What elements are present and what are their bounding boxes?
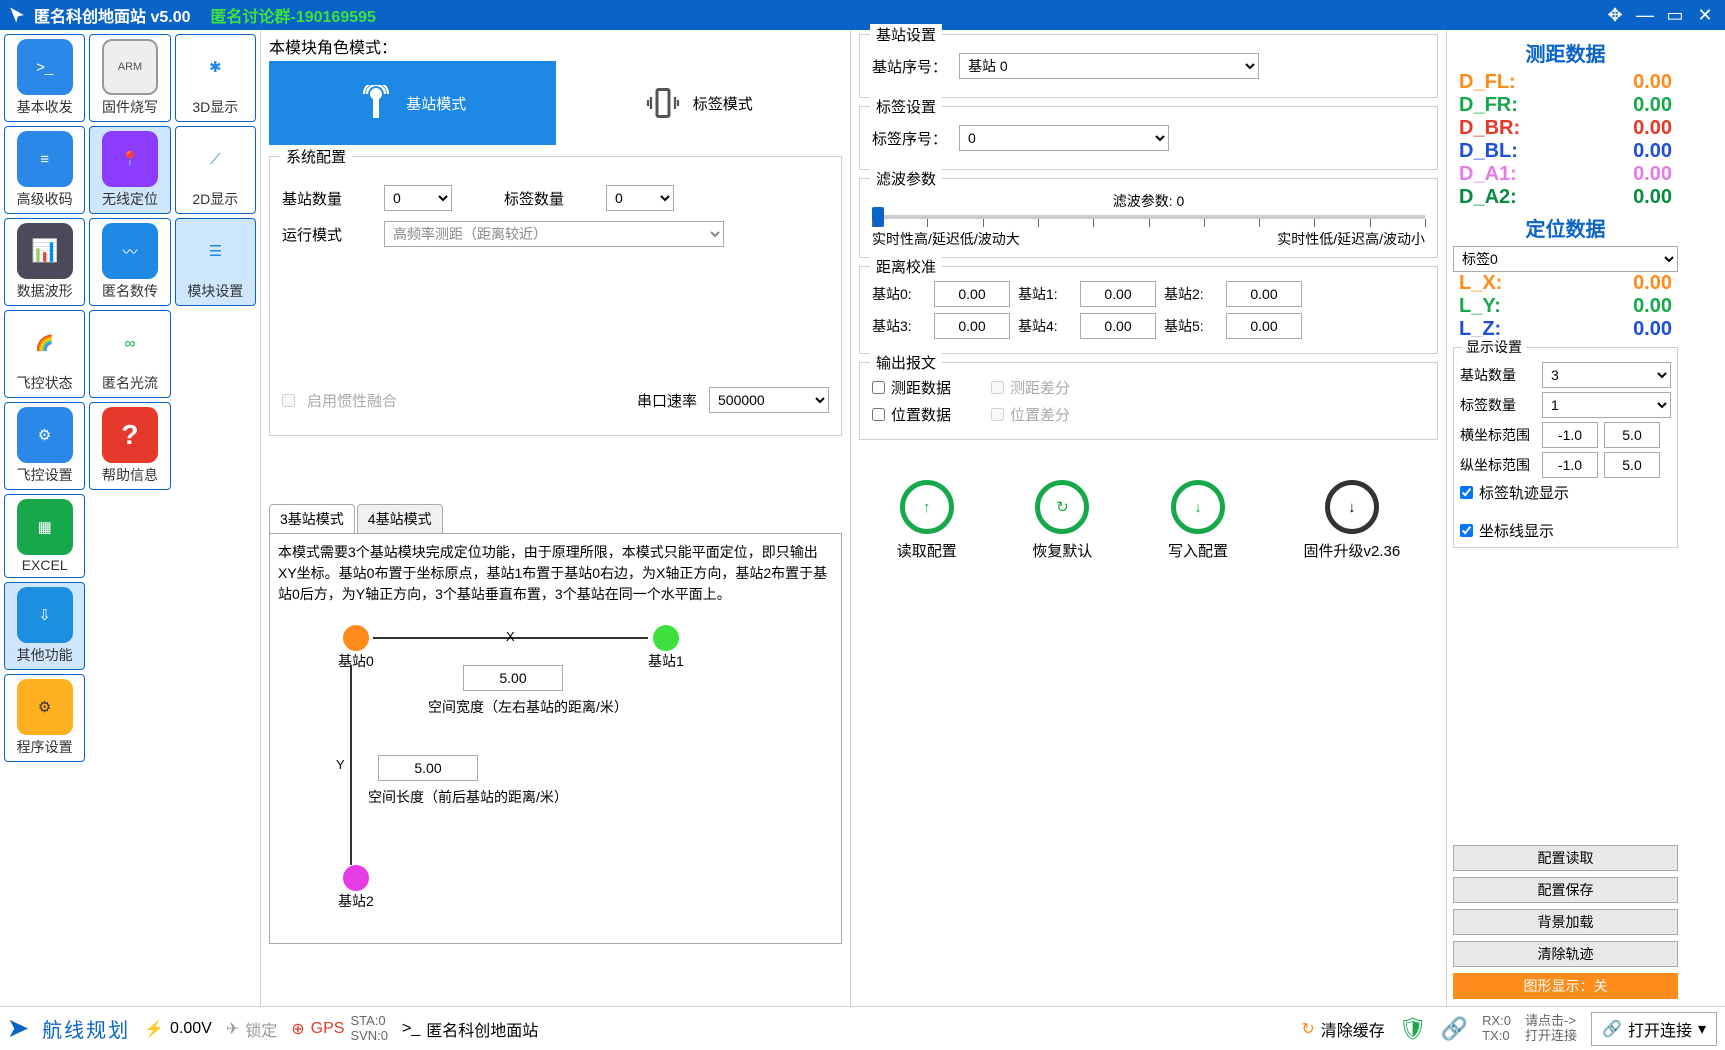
sidebar-item-data-wave[interactable]: 📊数据波形 <box>4 218 85 306</box>
sidebar-item-module-settings[interactable]: ☰模块设置 <box>175 218 256 306</box>
send-icon: ➤ <box>8 1014 28 1043</box>
width-input[interactable] <box>463 665 563 691</box>
run-mode-select[interactable]: 高频率测距（距离较近） <box>384 221 724 247</box>
base-settings-section: 基站设置 基站序号：基站 0 <box>859 34 1438 98</box>
module-config-panel: 本模块角色模式： 基站模式 标签模式 系统配置 基站数量 0 标签数量 0 运行… <box>260 30 850 1006</box>
app-name-status: >_匿名科创地面站 <box>402 1017 538 1041</box>
cal-b3-input[interactable] <box>934 313 1010 339</box>
sidebar-item-datalink[interactable]: 〰匿名数传 <box>89 218 170 306</box>
vy-lo-input[interactable] <box>1542 452 1598 478</box>
maximize-button[interactable]: ▭ <box>1663 3 1687 27</box>
hx-lo-input[interactable] <box>1542 422 1598 448</box>
baud-select[interactable]: 500000 <box>709 387 829 413</box>
graph-toggle-button[interactable]: 图形显示：关 <box>1453 973 1678 999</box>
cal-b5-input[interactable] <box>1226 313 1302 339</box>
read-config-button[interactable]: ↑读取配置 <box>897 480 957 561</box>
write-config-button[interactable]: ↓写入配置 <box>1168 480 1228 561</box>
disp-bs-select[interactable]: 3 <box>1542 362 1671 388</box>
out-pos-checkbox[interactable]: 位置数据 <box>872 404 951 425</box>
output-section: 输出报文 测距数据 测距差分 位置数据 位置差分 <box>859 362 1438 440</box>
title-bar: 匿名科创地面站 v5.00 匿名讨论群-190169595 ✥ — ▭ ✕ <box>0 0 1725 30</box>
rxtx-status: RX:0TX:0 <box>1482 1014 1511 1043</box>
tag-index-select[interactable]: 0 <box>959 125 1169 151</box>
phone-icon <box>645 85 681 121</box>
clear-trace-button[interactable]: 清除轨迹 <box>1453 941 1678 967</box>
tab-4base[interactable]: 4基站模式 <box>357 504 443 533</box>
height-input[interactable] <box>378 755 478 781</box>
system-config-group: 系统配置 基站数量 0 标签数量 0 运行模式 高频率测距（距离较近） 启用惯性… <box>269 156 842 436</box>
out-dist-checkbox[interactable]: 测距数据 <box>872 377 951 398</box>
close-button[interactable]: ✕ <box>1693 3 1717 27</box>
hx-hi-input[interactable] <box>1604 422 1660 448</box>
tag-count-select[interactable]: 0 <box>606 185 674 211</box>
mode-tag-button[interactable]: 标签模式 <box>556 61 843 145</box>
cal-b0-input[interactable] <box>934 281 1010 307</box>
hint-text: 请点击->打开连接 <box>1525 1014 1577 1043</box>
display-settings-section: 显示设置 基站数量3 标签数量1 横坐标范围 纵坐标范围 标签轨迹显示 坐标线显… <box>1453 347 1678 548</box>
app-subtitle: 匿名讨论群-190169595 <box>211 3 376 27</box>
out-posdiff-checkbox: 位置差分 <box>991 404 1070 425</box>
voltage-status: ⚡0.00V <box>144 1019 212 1039</box>
open-connection-button[interactable]: 🔗打开连接▾ <box>1591 1012 1717 1046</box>
disp-tag-select[interactable]: 1 <box>1542 392 1671 418</box>
minimize-button[interactable]: — <box>1633 3 1657 27</box>
sidebar-item-firmware[interactable]: ARM固件烧写 <box>89 34 170 122</box>
move-icon[interactable]: ✥ <box>1603 3 1627 27</box>
base-index-select[interactable]: 基站 0 <box>959 53 1259 79</box>
sidebar-item-other[interactable]: ⇩其他功能 <box>4 582 85 670</box>
axis-checkbox[interactable]: 坐标线显示 <box>1460 520 1671 541</box>
shield-icon: 🛡 <box>1399 1016 1427 1042</box>
sidebar-item-wireless-pos[interactable]: 📍无线定位 <box>89 126 170 214</box>
sidebar-item-flight-status[interactable]: 🌈飞控状态 <box>4 310 85 398</box>
calibration-section: 距离校准 基站0: 基站1: 基站2: 基站3: 基站4: 基站5: <box>859 266 1438 354</box>
mode-base-button[interactable]: 基站模式 <box>269 61 556 145</box>
filter-section: 滤波参数 滤波参数: 0 实时性高/延迟低/波动大 实时性低/延迟高/波动小 <box>859 178 1438 258</box>
mode-label: 本模块角色模式： <box>269 34 842 58</box>
inertial-checkbox[interactable]: 启用惯性融合 <box>282 390 397 411</box>
sidebar-item-program-settings[interactable]: ⚙程序设置 <box>4 674 85 762</box>
cal-b2-input[interactable] <box>1226 281 1302 307</box>
sidebar-item-help[interactable]: ?帮助信息 <box>89 402 170 490</box>
out-distdiff-checkbox: 测距差分 <box>991 377 1070 398</box>
right-config-panel: 基站设置 基站序号：基站 0 标签设置 标签序号：0 滤波参数 滤波参数: 0 … <box>850 30 1446 1006</box>
base-count-select[interactable]: 0 <box>384 185 452 211</box>
cal-b1-input[interactable] <box>1080 281 1156 307</box>
firmware-upgrade-button[interactable]: ↓固件升级v2.36 <box>1304 480 1401 561</box>
sidebar-item-adv-rx[interactable]: ≡高级收码 <box>4 126 85 214</box>
filter-slider[interactable] <box>872 215 1425 219</box>
route-plan-button[interactable]: 航线规划 <box>42 1014 130 1043</box>
tag-data-select[interactable]: 标签0 <box>1453 246 1678 272</box>
sidebar-item-3d[interactable]: ✱3D显示 <box>175 34 256 122</box>
background-load-button[interactable]: 背景加载 <box>1453 909 1678 935</box>
right-data-panel: 测距数据 D_FL:0.00 D_FR:0.00 D_BR:0.00 D_BL:… <box>1446 30 1684 1006</box>
app-title: 匿名科创地面站 v5.00 <box>34 3 191 27</box>
cal-b4-input[interactable] <box>1080 313 1156 339</box>
config-save-button[interactable]: 配置保存 <box>1453 877 1678 903</box>
gps-status: ⊕GPSSTA:0SVN:0 <box>291 1014 388 1043</box>
reset-button[interactable]: ↻恢复默认 <box>1032 480 1092 561</box>
config-read-button[interactable]: 配置读取 <box>1453 845 1678 871</box>
antenna-icon <box>358 85 394 121</box>
sidebar-item-2d[interactable]: ⟋2D显示 <box>175 126 256 214</box>
link-icon: 🔗 <box>1441 1016 1468 1042</box>
status-bar: ➤ 航线规划 ⚡0.00V ✈锁定 ⊕GPSSTA:0SVN:0 >_匿名科创地… <box>0 1006 1725 1050</box>
sidebar-item-flight-settings[interactable]: ⚙飞控设置 <box>4 402 85 490</box>
clear-cache-button[interactable]: ↻清除缓存 <box>1301 1017 1384 1041</box>
tab-3base[interactable]: 3基站模式 <box>269 504 355 533</box>
sidebar-item-optical-flow[interactable]: ∞匿名光流 <box>89 310 170 398</box>
vy-hi-input[interactable] <box>1604 452 1660 478</box>
trace-checkbox[interactable]: 标签轨迹显示 <box>1460 482 1671 503</box>
lock-status: ✈锁定 <box>226 1017 277 1041</box>
sidebar-item-basic-txrx[interactable]: >_基本收发 <box>4 34 85 122</box>
sidebar: >_基本收发 ≡高级收码 📊数据波形 🌈飞控状态 ⚙飞控设置 ▦EXCEL ⇩其… <box>0 30 260 1006</box>
tab-body: 本模式需要3个基站模块完成定位功能，由于原理所限，本模式只能平面定位，即只输出X… <box>269 533 842 944</box>
sidebar-item-excel[interactable]: ▦EXCEL <box>4 494 85 578</box>
cursor-icon <box>8 6 26 24</box>
tag-settings-section: 标签设置 标签序号：0 <box>859 106 1438 170</box>
